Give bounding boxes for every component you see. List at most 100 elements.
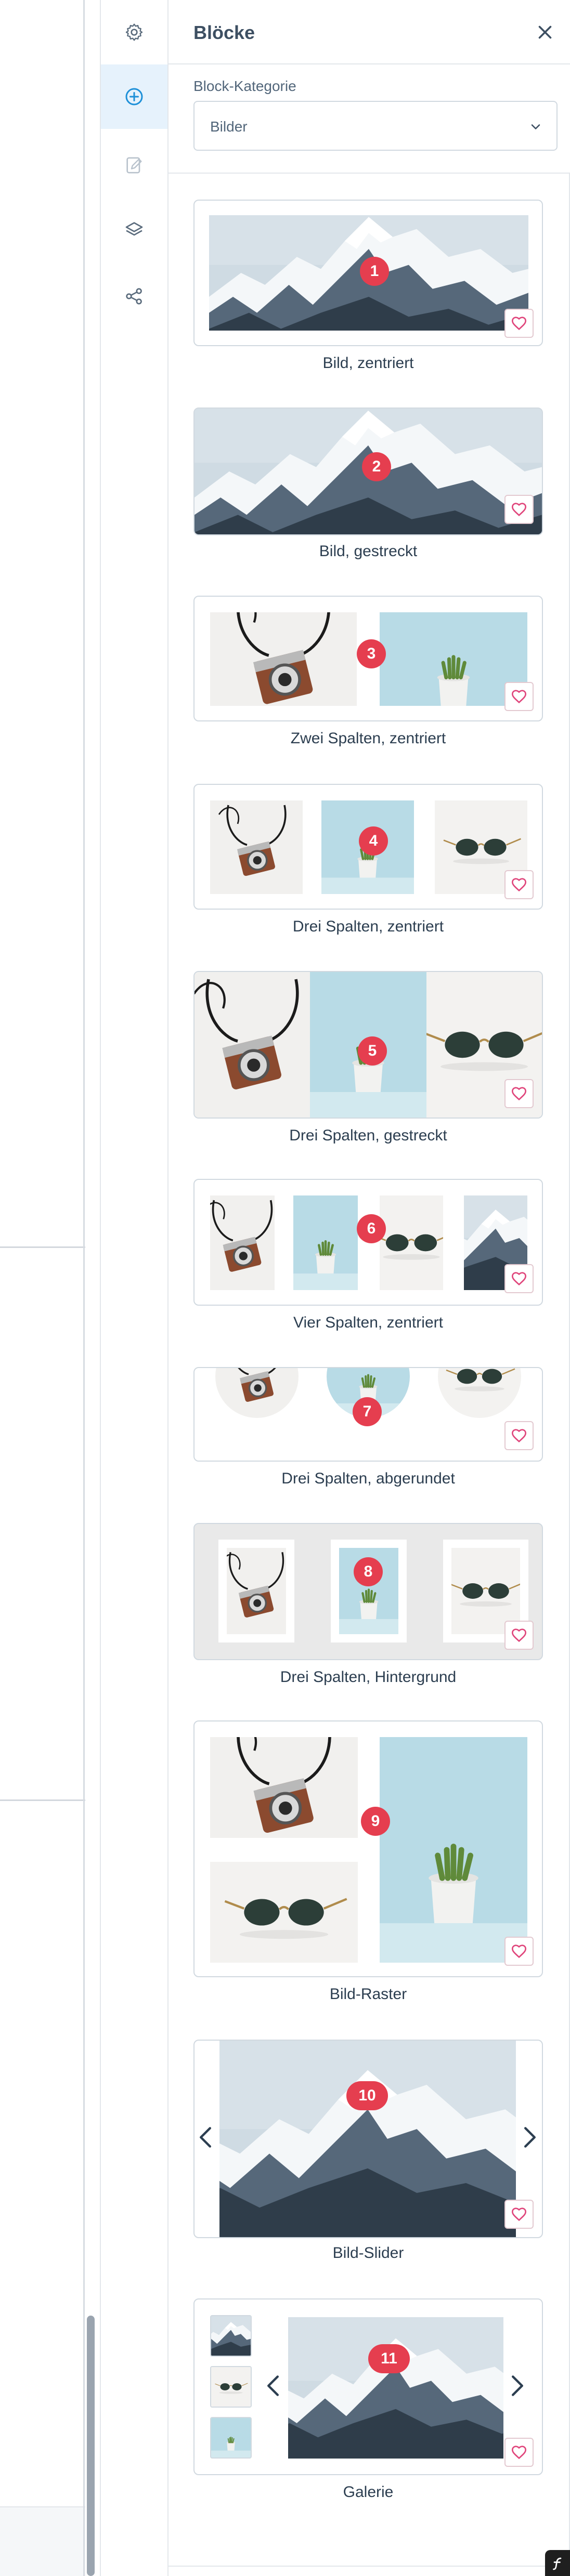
favorite-button[interactable]	[504, 1937, 534, 1966]
favorite-button[interactable]	[504, 309, 534, 338]
block-label: Drei Spalten, Hintergrund	[280, 1668, 457, 1686]
heart-icon	[511, 501, 527, 518]
gallery-thumbnail	[210, 2417, 252, 2459]
edit-document-icon	[126, 157, 142, 174]
favorite-button[interactable]	[504, 682, 534, 711]
heart-icon	[511, 1943, 527, 1960]
page-scrollbar-thumb[interactable]	[87, 2316, 95, 2576]
category-select-value: Bilder	[210, 119, 248, 135]
symfony-logo-icon	[553, 2557, 562, 2570]
block-preview-image	[438, 1367, 521, 1418]
block-label: Bild, zentriert	[322, 354, 414, 372]
category-select[interactable]: Bilder	[193, 101, 558, 151]
heart-icon	[511, 688, 527, 705]
block-card-four-columns[interactable]: 6	[193, 1179, 543, 1306]
heart-icon	[511, 876, 527, 893]
block-preview-image	[210, 800, 303, 894]
rail-share-button[interactable]	[101, 264, 167, 328]
favorite-button[interactable]	[504, 870, 534, 899]
heart-icon	[511, 1270, 527, 1287]
rail-settings-button[interactable]	[101, 0, 167, 64]
block-card-image-grid[interactable]: 9	[193, 1720, 543, 1977]
heart-icon	[511, 2206, 527, 2223]
block-number-badge: 1	[360, 257, 389, 286]
section-divider	[0, 1799, 85, 1801]
block-card-gallery[interactable]: 11	[193, 2298, 543, 2475]
block-card-three-columns[interactable]: 4	[193, 784, 543, 910]
block-preview-image	[210, 1195, 275, 1290]
favorite-button[interactable]	[504, 2438, 534, 2467]
favorite-button[interactable]	[504, 1264, 534, 1293]
block-number-badge: 9	[361, 1807, 390, 1836]
page-footer	[0, 2506, 85, 2576]
chevron-right-icon[interactable]	[522, 2126, 538, 2149]
chevron-down-icon	[531, 124, 540, 129]
block-preview-image	[219, 2041, 516, 2237]
favorite-button[interactable]	[504, 1621, 534, 1650]
block-number-badge: 2	[362, 452, 391, 481]
gallery-thumbnail	[210, 2315, 252, 2357]
panel-bottom-border	[169, 2566, 569, 2567]
gear-icon	[125, 23, 143, 41]
block-card-three-columns-stretched[interactable]: 5	[193, 971, 543, 1119]
block-label: Bild-Slider	[332, 2244, 404, 2262]
block-card-image-slider[interactable]: 10	[193, 2040, 543, 2238]
block-preview-image	[210, 1737, 358, 1838]
block-preview-image	[293, 1195, 358, 1290]
block-preview-image	[210, 612, 357, 706]
block-number-badge: 3	[357, 639, 386, 668]
section-divider	[0, 1246, 85, 1248]
rail-layers-button[interactable]	[101, 198, 167, 262]
block-label: Bild-Raster	[329, 1986, 407, 2003]
block-preview-image	[380, 1195, 443, 1290]
block-label: Vier Spalten, zentriert	[293, 1314, 443, 1331]
heart-icon	[511, 1427, 527, 1444]
blocks-panel: Blöcke Block-Kategorie Bilder 1 Bild, ze…	[169, 0, 570, 2576]
block-label: Bild, gestreckt	[319, 543, 418, 560]
rail-add-blocks-button[interactable]	[101, 64, 167, 129]
block-card-three-columns-rounded[interactable]: 7	[193, 1367, 543, 1462]
block-number-badge: 7	[353, 1397, 382, 1426]
heart-icon	[511, 1085, 527, 1102]
rail-edit-button[interactable]	[101, 133, 167, 198]
block-card-image-centered[interactable]: 1	[193, 200, 543, 346]
block-preview-image	[210, 1862, 358, 1963]
block-preview-image	[288, 2317, 503, 2459]
share-icon	[126, 288, 142, 305]
block-preview-image	[380, 1737, 527, 1963]
block-number-badge: 8	[354, 1557, 383, 1586]
layers-icon	[125, 222, 143, 236]
block-number-badge: 10	[346, 2081, 388, 2110]
add-circle-icon	[125, 88, 143, 106]
block-number-badge: 6	[357, 1214, 386, 1243]
favorite-button[interactable]	[504, 1079, 534, 1108]
symfony-toolbar-toggle[interactable]	[545, 2550, 570, 2576]
block-label: Drei Spalten, abgerundet	[281, 1470, 455, 1487]
block-label: Drei Spalten, zentriert	[292, 918, 444, 935]
chevron-right-icon[interactable]	[510, 2374, 525, 2397]
chevron-left-icon[interactable]	[198, 2126, 213, 2149]
block-card-image-stretched[interactable]: 2	[193, 408, 543, 535]
close-icon[interactable]	[536, 23, 554, 42]
favorite-button[interactable]	[504, 1421, 534, 1450]
block-preview-image	[195, 972, 310, 1118]
block-card-three-columns-background[interactable]: 8	[193, 1523, 543, 1660]
block-label: Galerie	[343, 2483, 394, 2501]
panel-divider	[169, 173, 570, 174]
heart-icon	[511, 315, 527, 332]
block-preview-image	[227, 1548, 286, 1634]
block-card-two-columns[interactable]: 3	[193, 596, 543, 721]
content-border	[83, 0, 85, 2576]
favorite-button[interactable]	[504, 495, 534, 524]
block-number-badge: 5	[358, 1036, 387, 1066]
block-number-badge: 11	[368, 2344, 410, 2373]
page-content-area	[0, 0, 85, 2576]
gallery-thumbnail	[210, 2366, 252, 2408]
sidebar-rail	[100, 0, 169, 2576]
block-label: Zwei Spalten, zentriert	[290, 730, 446, 747]
favorite-button[interactable]	[504, 2200, 534, 2229]
chevron-left-icon[interactable]	[265, 2374, 281, 2397]
heart-icon	[511, 2444, 527, 2461]
panel-header: Blöcke	[169, 0, 570, 64]
heart-icon	[511, 1627, 527, 1644]
